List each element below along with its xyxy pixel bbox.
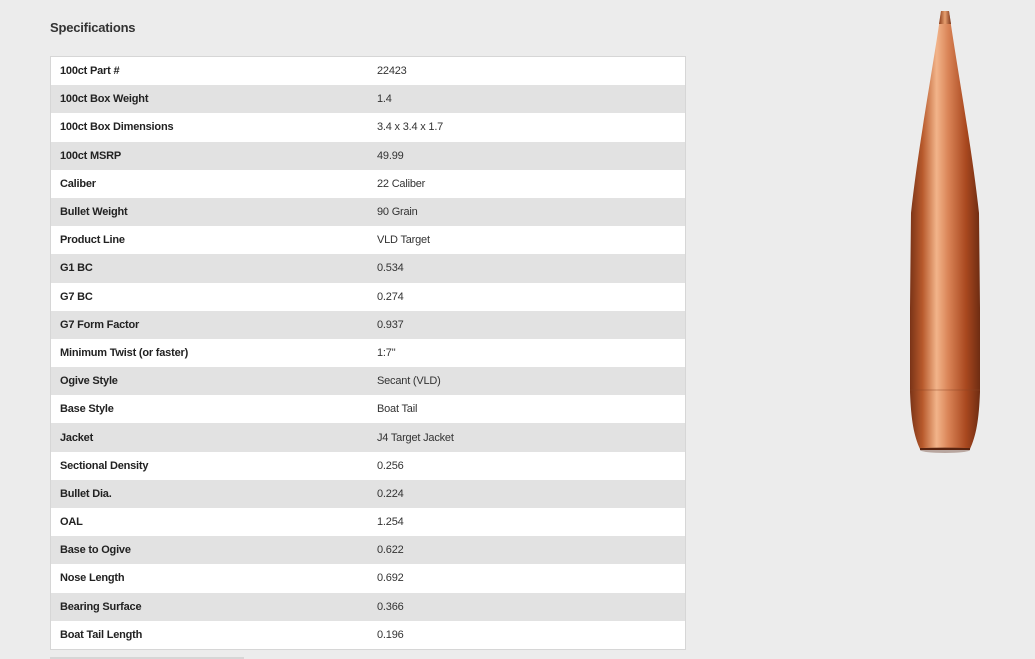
spec-label: Ogive Style	[60, 375, 118, 388]
spec-value: VLD Target	[377, 234, 430, 247]
spec-value: Secant (VLD)	[377, 375, 441, 388]
spec-value: 0.534	[377, 262, 404, 275]
table-row: Nose Length 0.692	[51, 564, 685, 593]
table-row: 100ct Part # 22423	[51, 57, 685, 86]
spec-value: 22 Caliber	[377, 177, 426, 190]
spec-label: Base to Ogive	[60, 544, 131, 557]
spec-label: Boat Tail Length	[60, 628, 143, 641]
table-row: G7 Form Factor 0.937	[51, 310, 685, 339]
spec-label: G7 Form Factor	[60, 318, 140, 331]
spec-value: 0.692	[377, 572, 404, 585]
spec-value: 0.224	[377, 487, 404, 500]
spec-value: 0.622	[377, 544, 404, 557]
spec-value: 0.256	[377, 459, 404, 472]
spec-label: Bullet Dia.	[60, 487, 112, 500]
spec-label: 100ct MSRP	[60, 149, 121, 162]
specifications-table: 100ct Part # 22423 100ct Box Weight 1.4 …	[50, 56, 686, 650]
spec-value: 0.937	[377, 318, 404, 331]
spec-label: Jacket	[60, 431, 94, 444]
spec-label: Caliber	[60, 177, 96, 190]
spec-label: Product Line	[60, 234, 125, 247]
table-row: Sectional Density 0.256	[51, 451, 685, 480]
spec-value: 0.366	[377, 600, 404, 613]
spec-value: J4 Target Jacket	[377, 431, 454, 444]
spec-label: Sectional Density	[60, 459, 149, 472]
spec-label: Minimum Twist (or faster)	[60, 346, 189, 359]
table-row: Jacket J4 Target Jacket	[51, 423, 685, 452]
spec-label: Bearing Surface	[60, 600, 142, 613]
spec-value: 0.196	[377, 628, 404, 641]
table-row: Bearing Surface 0.366	[51, 592, 685, 621]
table-row: G1 BC 0.534	[51, 254, 685, 283]
table-row: 100ct Box Dimensions 3.4 x 3.4 x 1.7	[51, 113, 685, 142]
table-row: Base Style Boat Tail	[51, 395, 685, 424]
table-row: Boat Tail Length 0.196	[51, 620, 685, 649]
spec-value: 22423	[377, 65, 407, 78]
spec-label: 100ct Box Dimensions	[60, 121, 174, 134]
table-row: Ogive Style Secant (VLD)	[51, 367, 685, 396]
table-row: Minimum Twist (or faster) 1:7"	[51, 338, 685, 368]
spec-value: 90 Grain	[377, 206, 418, 219]
spec-label: Nose Length	[60, 572, 125, 585]
table-row: 100ct Box Weight 1.4	[51, 85, 685, 114]
spec-value: 1:7"	[377, 346, 396, 359]
spec-label: Bullet Weight	[60, 206, 128, 219]
spec-label: Base Style	[60, 403, 114, 416]
table-row: Bullet Weight 90 Grain	[51, 197, 685, 227]
table-row: OAL 1.254	[51, 508, 685, 537]
table-row: Bullet Dia. 0.224	[51, 479, 685, 508]
spec-value: 3.4 x 3.4 x 1.7	[377, 121, 444, 134]
spec-value: 1.254	[377, 516, 404, 529]
table-row: Product Line VLD Target	[51, 226, 685, 255]
table-row: 100ct MSRP 49.99	[51, 141, 685, 170]
spec-label: G7 BC	[60, 290, 93, 303]
table-row: G7 BC 0.274	[51, 282, 685, 311]
spec-label: 100ct Part #	[60, 65, 120, 78]
table-row: Base to Ogive 0.622	[51, 536, 685, 565]
spec-value: 49.99	[377, 149, 404, 162]
bullet-image	[900, 8, 990, 456]
spec-value: 0.274	[377, 290, 404, 303]
spec-label: OAL	[60, 516, 83, 529]
spec-label: G1 BC	[60, 262, 93, 275]
spec-label: 100ct Box Weight	[60, 93, 149, 106]
specifications-heading: Specifications	[50, 20, 136, 35]
spec-value: Boat Tail	[377, 403, 418, 416]
table-row: Caliber 22 Caliber	[51, 169, 685, 198]
spec-value: 1.4	[377, 93, 392, 106]
